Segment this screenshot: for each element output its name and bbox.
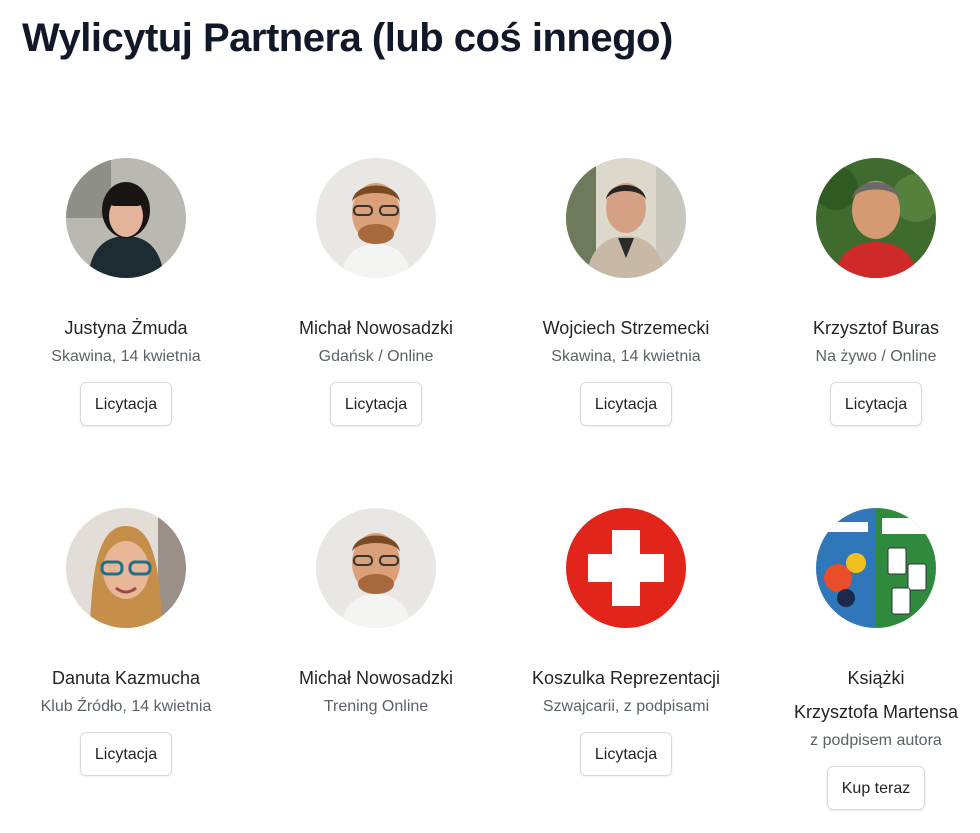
avatar-justyna — [66, 158, 186, 278]
auction-card-books: Książki Krzysztofa Martensa z podpisem a… — [751, 508, 980, 810]
card-subtitle: Gdańsk / Online — [318, 348, 434, 365]
auction-card-justyna: Justyna Żmuda Skawina, 14 kwietnia Licyt… — [1, 158, 251, 426]
card-subtitle: Skawina, 14 kwietnia — [51, 348, 201, 365]
card-name-line2: Krzysztofa Martensa — [793, 702, 959, 722]
card-name: Danuta Kazmucha — [51, 668, 201, 688]
auction-card-michal-training: Michał Nowosadzki Trening Online — [251, 508, 501, 717]
avatar-michal — [316, 158, 436, 278]
card-subtitle: Trening Online — [323, 698, 429, 715]
auction-button[interactable]: Licytacja — [79, 732, 173, 776]
card-subtitle: Skawina, 14 kwietnia — [551, 348, 701, 365]
card-subtitle: z podpisem autora — [810, 732, 942, 749]
auction-card-danuta: Danuta Kazmucha Klub Źródło, 14 kwietnia… — [1, 508, 251, 776]
card-name: Wojciech Strzemecki — [542, 318, 710, 338]
avatar-michal — [316, 508, 436, 628]
auction-card-michal: Michał Nowosadzki Gdańsk / Online Licyta… — [251, 158, 501, 426]
card-name: Michał Nowosadzki — [298, 668, 454, 688]
auction-button[interactable]: Licytacja — [79, 382, 173, 426]
auction-button[interactable]: Licytacja — [579, 732, 673, 776]
auction-button[interactable]: Licytacja — [579, 382, 673, 426]
buy-now-button[interactable]: Kup teraz — [826, 766, 926, 810]
card-name: Michał Nowosadzki — [298, 318, 454, 338]
card-name: Książki — [847, 668, 905, 688]
auction-card-jersey: Koszulka Reprezentacji Szwajcarii, z pod… — [501, 508, 751, 776]
auction-card-krzysztof: Krzysztof Buras Na żywo / Online Licytac… — [751, 158, 980, 426]
card-name: Koszulka Reprezentacji — [531, 668, 721, 688]
auction-card-wojciech: Wojciech Strzemecki Skawina, 14 kwietnia… — [501, 158, 751, 426]
card-subtitle: Szwajcarii, z podpisami — [542, 698, 710, 715]
card-subtitle: Klub Źródło, 14 kwietnia — [40, 698, 212, 715]
card-name: Krzysztof Buras — [812, 318, 940, 338]
swiss-cross-icon — [566, 508, 686, 628]
auction-button[interactable]: Licytacja — [829, 382, 923, 426]
auction-grid: Justyna Żmuda Skawina, 14 kwietnia Licyt… — [0, 0, 980, 833]
card-name: Justyna Żmuda — [64, 318, 188, 338]
avatar-krzysztof — [816, 158, 936, 278]
card-subtitle: Na żywo / Online — [815, 348, 937, 365]
avatar-danuta — [66, 508, 186, 628]
book-cover-image — [816, 508, 936, 628]
avatar-wojciech — [566, 158, 686, 278]
auction-button[interactable]: Licytacja — [329, 382, 423, 426]
